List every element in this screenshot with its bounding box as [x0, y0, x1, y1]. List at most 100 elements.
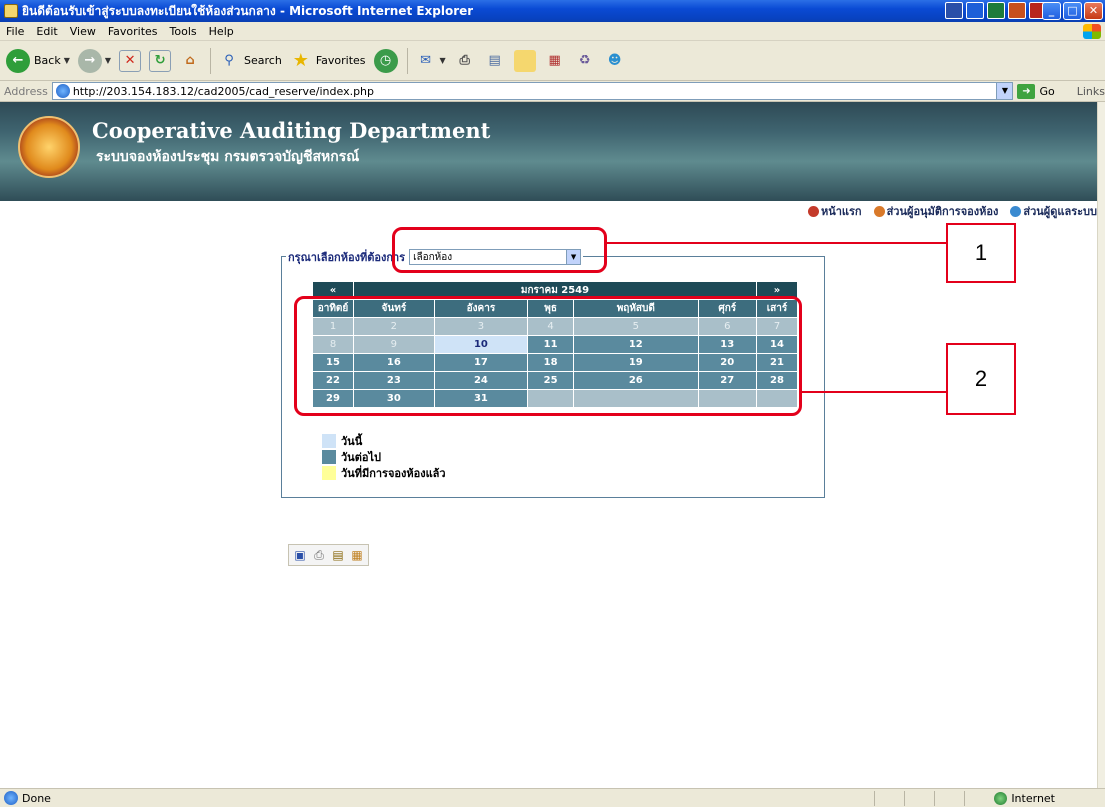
- nav-link-admin-label[interactable]: ส่วนผู้ดูแลระบบ: [1023, 202, 1097, 220]
- annotation-label-1: 1: [946, 223, 1016, 283]
- site-banner: Cooperative Auditing Department ระบบจองห…: [0, 102, 1097, 201]
- status-text: Done: [22, 791, 51, 805]
- folder-icon: [513, 49, 536, 72]
- search-label: Search: [244, 54, 282, 67]
- legend-swatch-today: [322, 434, 336, 448]
- annotation-label-2: 2: [946, 343, 1016, 415]
- open-icon[interactable]: ▤: [330, 547, 346, 563]
- vertical-scrollbar[interactable]: [1097, 102, 1105, 788]
- go-label: Go: [1039, 84, 1055, 98]
- history-icon: ◷: [373, 48, 398, 73]
- banner-subtitle: ระบบจองห้องประชุม กรมตรวจบัญชีสหกรณ์: [96, 149, 360, 165]
- stop-button[interactable]: ✕: [116, 46, 144, 76]
- print-icon[interactable]: ⎙: [311, 547, 327, 563]
- annotation-box-2: [294, 296, 802, 416]
- menu-view[interactable]: View: [64, 25, 102, 38]
- messenger-button[interactable]: ☻: [601, 46, 629, 76]
- media-icon: ♻: [578, 53, 591, 68]
- go-arrow-icon: ➜: [1017, 83, 1036, 99]
- search-button[interactable]: ⚲ Search: [215, 46, 285, 76]
- mail-button[interactable]: ✉ ▼: [412, 46, 449, 76]
- printer-icon: ⎙: [459, 53, 470, 68]
- home-link-icon: [807, 205, 819, 217]
- legend-swatch-upcoming: [322, 450, 336, 464]
- back-arrow-icon: ←: [6, 48, 30, 73]
- menu-edit[interactable]: Edit: [30, 25, 63, 38]
- nav-link-home[interactable]: หน้าแรก: [807, 202, 862, 220]
- edit-button[interactable]: ▤: [481, 46, 509, 76]
- address-input[interactable]: http://203.154.183.12/cad2005/cad_reserv…: [51, 82, 1014, 100]
- minimize-button[interactable]: _: [1042, 2, 1061, 20]
- status-bar: Done Internet: [0, 788, 1105, 807]
- taskbar-app-icons: [945, 2, 1047, 19]
- links-button[interactable]: Links: [1077, 85, 1105, 98]
- legend-booked-label: วันที่มีการจองห้องแล้ว: [341, 467, 446, 480]
- mail-icon: ✉: [420, 53, 431, 68]
- top-nav-links: หน้าแรก ส่วนผู้อนุมัติการจองห้อง ส่วนผู้…: [807, 202, 1097, 220]
- legend-swatch-booked: [322, 466, 336, 480]
- menu-help[interactable]: Help: [203, 25, 240, 38]
- go-button[interactable]: ➜ Go: [1017, 83, 1055, 99]
- menu-tools[interactable]: Tools: [164, 25, 203, 38]
- chevron-down-icon[interactable]: ▼: [996, 83, 1013, 99]
- globe-icon: [994, 791, 1008, 805]
- home-icon: ⌂: [185, 53, 195, 68]
- department-emblem-logo: [18, 116, 80, 178]
- research-button[interactable]: ▦: [541, 46, 569, 76]
- select-room-label: กรุณาเลือกห้องที่ต้องการ: [288, 251, 406, 264]
- annotation-line-1: [607, 242, 948, 244]
- chevron-down-icon[interactable]: ▼: [64, 56, 70, 65]
- security-zone: Internet: [994, 791, 1055, 805]
- nav-link-home-label[interactable]: หน้าแรก: [821, 202, 862, 220]
- nav-link-admin[interactable]: ส่วนผู้ดูแลระบบ: [1010, 202, 1097, 220]
- legend-booked: วันที่มีการจองห้องแล้ว: [322, 465, 446, 481]
- nav-link-approver[interactable]: ส่วนผู้อนุมัติการจองห้อง: [873, 202, 999, 220]
- chevron-down-icon[interactable]: ▼: [105, 56, 111, 65]
- home-button[interactable]: ⌂: [176, 46, 204, 76]
- address-label: Address: [4, 84, 48, 98]
- legend-upcoming: วันต่อไป: [322, 449, 446, 465]
- forward-button[interactable]: → ▼: [75, 46, 114, 76]
- excel-icon[interactable]: [987, 2, 1005, 19]
- annotation-box-1: [392, 227, 607, 273]
- nav-link-approver-label[interactable]: ส่วนผู้อนุมัติการจองห้อง: [887, 202, 999, 220]
- admin-user-icon: [1010, 205, 1022, 217]
- maximize-button[interactable]: □: [1063, 2, 1082, 20]
- page-icon: [55, 84, 70, 98]
- calendar-legend: วันนี้ วันต่อไป วันที่มีการจองห้องแล้ว: [322, 433, 446, 481]
- word-icon[interactable]: [966, 2, 984, 19]
- favorites-label: Favorites: [315, 54, 366, 67]
- status-divider: [964, 791, 965, 806]
- window-title: ยินดีต้อนรับเข้าสู่ระบบลงทะเบียนใช้ห้องส…: [22, 3, 474, 18]
- page-done-icon: [4, 791, 18, 805]
- close-button[interactable]: ✕: [1084, 2, 1103, 20]
- legend-today: วันนี้: [322, 433, 446, 449]
- refresh-button[interactable]: ↻: [146, 46, 174, 76]
- discuss-button[interactable]: [511, 46, 539, 76]
- history-button[interactable]: ◷: [371, 46, 401, 76]
- status-divider: [874, 791, 875, 806]
- annotation-line-2: [802, 391, 948, 393]
- chevron-down-icon[interactable]: ▼: [440, 56, 446, 65]
- powerpoint-icon[interactable]: [1008, 2, 1026, 19]
- user-icon: [873, 205, 885, 217]
- toolbar-separator: [210, 47, 212, 74]
- favorites-button[interactable]: ★ Favorites: [287, 46, 369, 76]
- page-viewport: Cooperative Auditing Department ระบบจองห…: [0, 102, 1097, 788]
- window-title-bar: ยินดีต้อนรับเข้าสู่ระบบลงทะเบียนใช้ห้องส…: [0, 0, 1105, 22]
- windows-logo-icon: [1083, 24, 1101, 39]
- ie-window-icon: [4, 4, 18, 18]
- research-icon: ▦: [548, 53, 561, 68]
- app-icon[interactable]: [945, 2, 963, 19]
- media-button[interactable]: ♻: [571, 46, 599, 76]
- menu-bar: File Edit View Favorites Tools Help: [0, 22, 1105, 41]
- search-icon: ⚲: [224, 53, 234, 68]
- save-icon[interactable]: ▣: [292, 547, 308, 563]
- star-icon: ★: [292, 50, 309, 71]
- menu-file[interactable]: File: [0, 25, 30, 38]
- print-button[interactable]: ⎙: [451, 46, 479, 76]
- export-icon[interactable]: ▦: [349, 547, 365, 563]
- menu-favorites[interactable]: Favorites: [102, 25, 164, 38]
- address-url[interactable]: http://203.154.183.12/cad2005/cad_reserv…: [73, 85, 374, 98]
- back-button[interactable]: ← Back ▼: [3, 46, 73, 76]
